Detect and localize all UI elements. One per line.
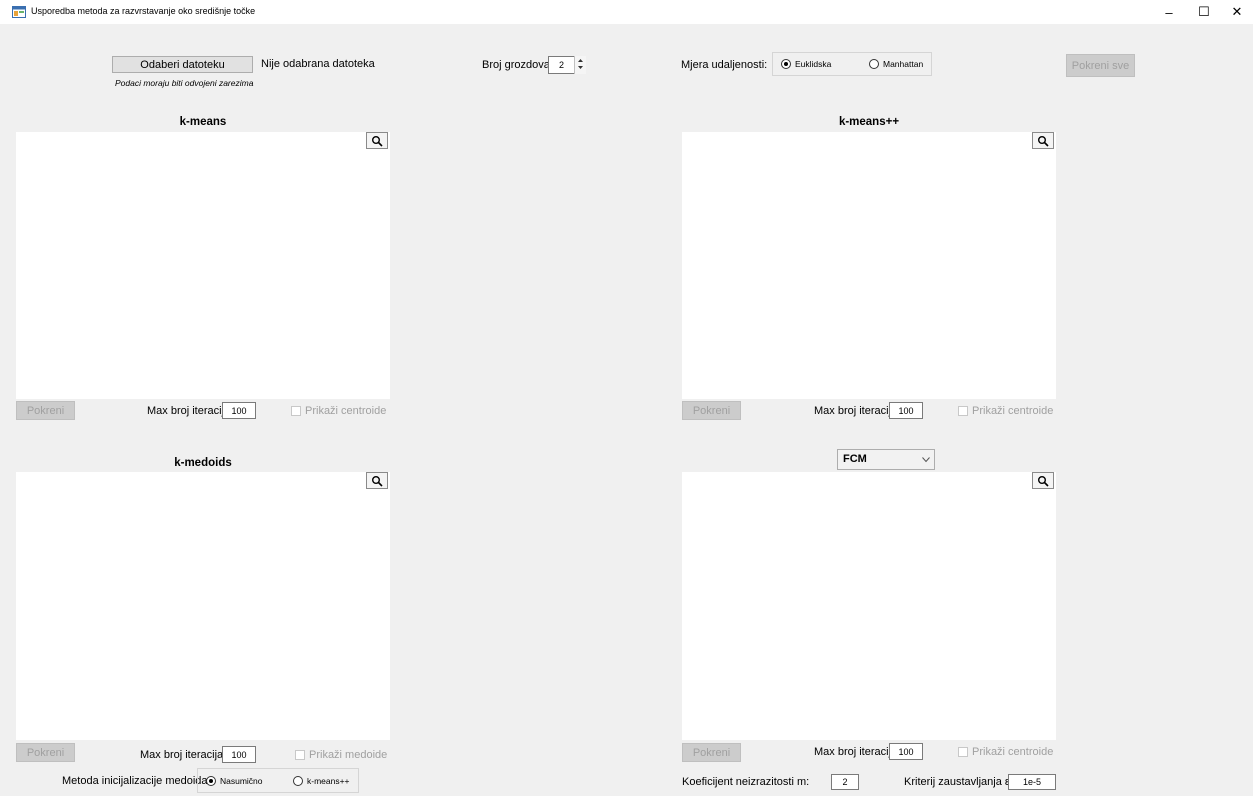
kmeans-title: k-means	[179, 116, 227, 128]
spin-arrows-icon[interactable]	[574, 56, 586, 74]
fcm-stop-label: Kriterij zaustavljanja ε:	[904, 776, 1013, 788]
kmeanspp-run-button[interactable]: Pokreni	[682, 401, 741, 420]
manhattan-radio[interactable]	[869, 59, 879, 69]
fcm-run-button[interactable]: Pokreni	[682, 743, 741, 762]
fcm-plot	[682, 472, 1056, 740]
kmeans-show-label: Prikaži centroide	[305, 405, 387, 417]
magnifier-glyph	[1038, 135, 1049, 147]
init-kmeanspp-label: k-means++	[307, 776, 350, 786]
manhattan-label: Manhattan	[883, 59, 924, 69]
kmedoids-iter-label: Max broj iteracija:	[140, 749, 227, 761]
fcm-show-checkbox[interactable]	[958, 747, 968, 757]
fcm-iter-label: Max broj iteracija:	[814, 746, 901, 758]
distance-label: Mjera udaljenosti:	[681, 59, 768, 71]
init-kmeanspp-radio[interactable]	[293, 776, 303, 786]
chevron-down-icon	[922, 457, 930, 463]
euclidean-label: Euklidska	[795, 59, 832, 69]
kmedoids-init-radio-group: Nasumično k-means++	[197, 768, 359, 793]
fcm-stop-input[interactable]: 1e-5	[1008, 774, 1056, 790]
distance-radio-group: Euklidska Manhattan	[772, 52, 932, 76]
fcm-show-label: Prikaži centroide	[972, 746, 1054, 758]
fcm-fuzziness-label: Koeficijent neizrazitosti m:	[682, 776, 810, 788]
clusters-label: Broj grozdova:	[482, 59, 553, 71]
kmeans-run-button[interactable]: Pokreni	[16, 401, 75, 420]
magnifier-icon[interactable]	[366, 472, 388, 489]
clusters-value: 2	[559, 60, 565, 70]
init-random-label: Nasumično	[220, 776, 263, 786]
magnifier-glyph	[372, 135, 383, 147]
kmeanspp-iter-input[interactable]: 100	[889, 402, 923, 419]
fcm-iter-input[interactable]: 100	[889, 743, 923, 760]
kmedoids-title: k-medoids	[174, 457, 232, 469]
init-random-radio[interactable]	[206, 776, 216, 786]
kmeans-show-checkbox[interactable]	[291, 406, 301, 416]
fcm-fuzziness-input[interactable]: 2	[831, 774, 859, 790]
file-status-label: Nije odabrana datoteka	[261, 58, 375, 70]
kmedoids-init-label: Metoda inicijalizacije medoida:	[62, 775, 211, 787]
app-window-icon	[12, 6, 26, 18]
algorithm-dropdown[interactable]: FCM	[837, 449, 935, 470]
kmeanspp-show-label: Prikaži centroide	[972, 405, 1054, 417]
kmeans-iter-input[interactable]: 100	[222, 402, 256, 419]
kmeanspp-show-checkbox[interactable]	[958, 406, 968, 416]
magnifier-icon[interactable]	[366, 132, 388, 149]
clusters-input[interactable]: 2	[548, 56, 586, 74]
choose-file-button[interactable]: Odaberi datoteku	[112, 56, 253, 73]
euclidean-radio[interactable]	[781, 59, 791, 69]
magnifier-icon[interactable]	[1032, 472, 1054, 489]
maximize-button[interactable]: ☐	[1187, 0, 1221, 24]
title-bar: Usporedba metoda za razvrstavanje oko sr…	[0, 0, 1253, 24]
kmedoids-show-label: Prikaži medoide	[309, 749, 388, 761]
kmeanspp-plot	[682, 132, 1056, 399]
kmeanspp-title: k-means++	[838, 116, 900, 128]
kmeans-iter-label: Max broj iteracija:	[147, 405, 234, 417]
file-format-note: Podaci moraju biti odvojeni zarezima	[115, 78, 254, 88]
magnifier-icon[interactable]	[1032, 132, 1054, 149]
close-button[interactable]: ✕	[1220, 0, 1253, 24]
algorithm-selected: FCM	[843, 453, 867, 465]
spin-arrows-glyph	[578, 59, 583, 69]
kmeans-plot	[16, 132, 390, 399]
kmedoids-iter-input[interactable]: 100	[222, 746, 256, 763]
kmedoids-run-button[interactable]: Pokreni	[16, 743, 75, 762]
kmeanspp-iter-label: Max broj iteracija:	[814, 405, 901, 417]
kmedoids-show-checkbox[interactable]	[295, 750, 305, 760]
magnifier-glyph	[1038, 475, 1049, 487]
magnifier-glyph	[372, 475, 383, 487]
run-all-button[interactable]: Pokreni sve	[1066, 54, 1135, 77]
minimize-button[interactable]: –	[1152, 0, 1186, 24]
window-title: Usporedba metoda za razvrstavanje oko sr…	[31, 6, 256, 16]
kmedoids-plot	[16, 472, 390, 740]
